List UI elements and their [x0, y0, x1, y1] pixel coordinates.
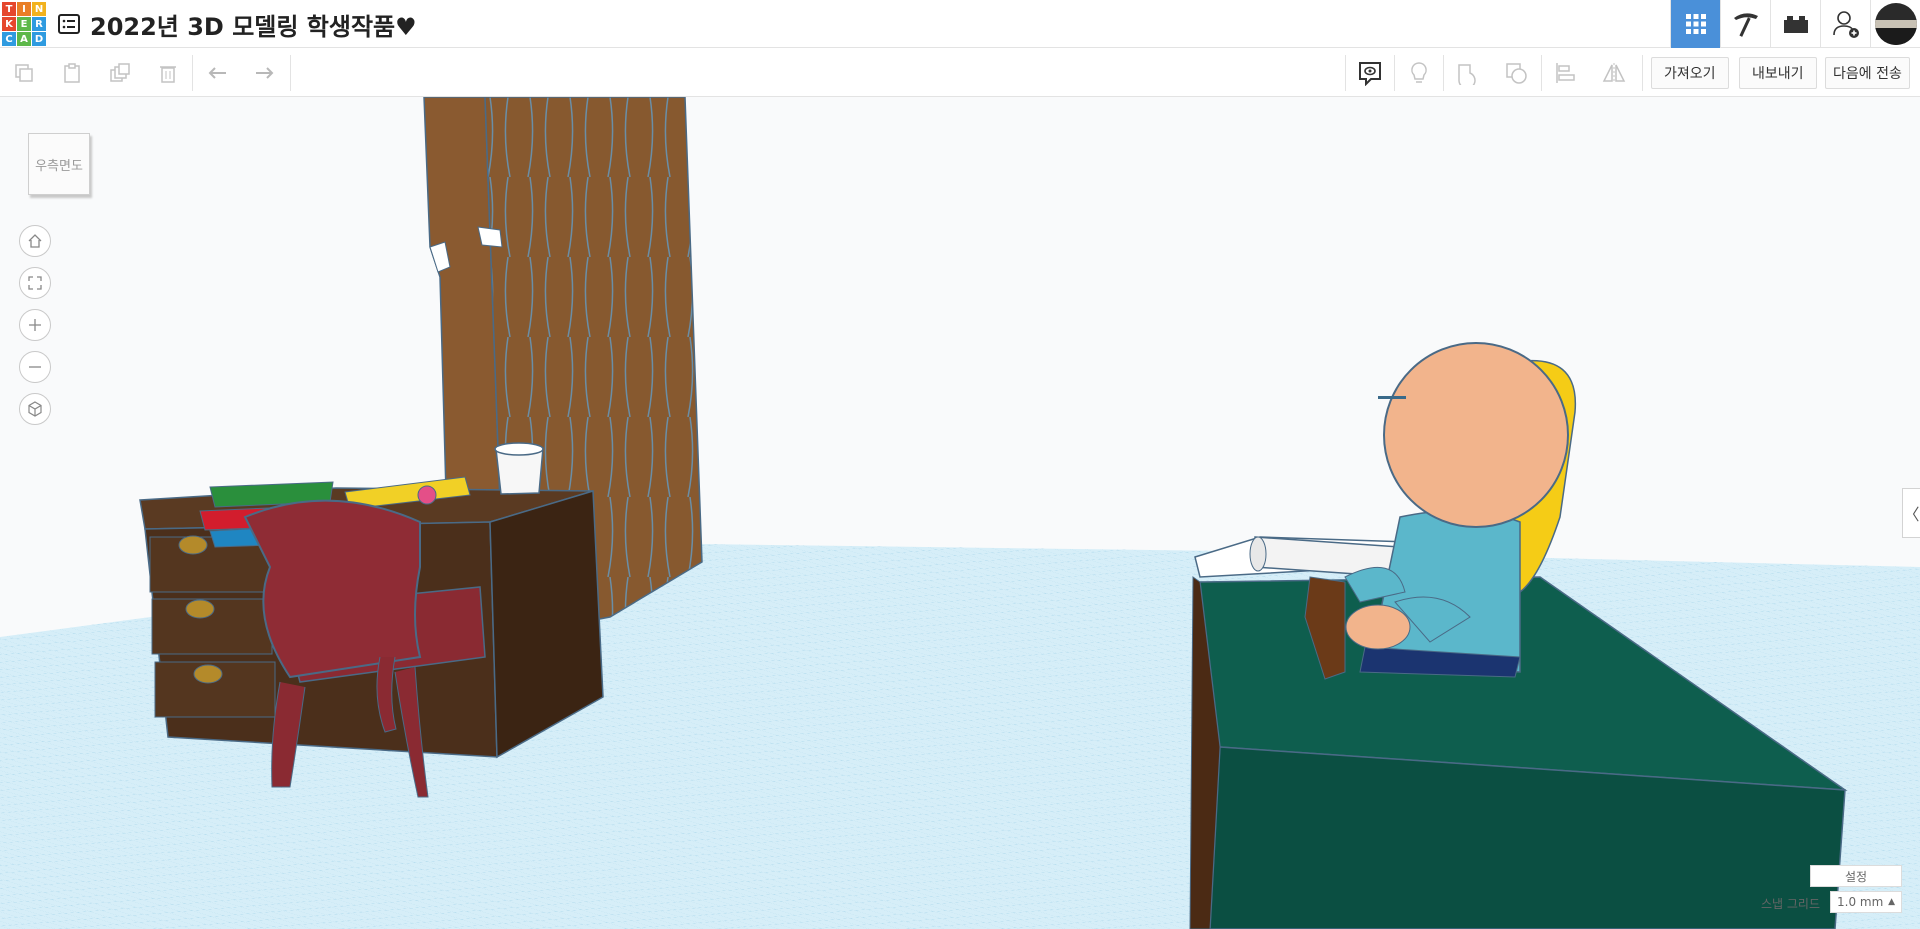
snap-grid-label: 스냅 그리드 [1760, 897, 1820, 911]
light-bulb-icon[interactable] [1395, 49, 1443, 97]
avatar[interactable] [1870, 0, 1920, 48]
logo-letter: I [17, 2, 31, 16]
notes-icon[interactable] [1346, 49, 1394, 97]
tinkercad-logo[interactable]: TIN KER CAD [2, 2, 46, 46]
pickaxe-icon[interactable] [1720, 0, 1770, 48]
import-button[interactable]: 가져오기 [1651, 57, 1729, 89]
snap-grid-select[interactable]: 1.0 mm ▲ [1830, 891, 1902, 913]
zoom-out-icon[interactable] [19, 351, 51, 383]
paste-icon[interactable] [48, 49, 96, 97]
settings-button[interactable]: 설정 [1810, 865, 1902, 887]
mirror-icon[interactable] [1590, 49, 1638, 97]
hole-icon[interactable] [1492, 49, 1540, 97]
copy-icon[interactable] [0, 49, 48, 97]
panel-collapse-toggle[interactable]: 〈 [1902, 488, 1920, 538]
logo-letter: E [17, 17, 31, 31]
undo-icon[interactable] [194, 49, 242, 97]
export-button[interactable]: 내보내기 [1739, 57, 1817, 89]
view-cube[interactable]: 우측면도 [28, 133, 90, 195]
logo-letter: R [32, 17, 46, 31]
3d-scene[interactable] [0, 97, 1920, 929]
align-icon[interactable] [1542, 49, 1590, 97]
edit-toolbar: 가져오기 내보내기 다음에 전송 [0, 49, 1920, 97]
grid-icon[interactable] [1670, 0, 1720, 48]
cup [494, 442, 544, 495]
add-user-icon[interactable] [1820, 0, 1870, 48]
delete-icon[interactable] [144, 49, 192, 97]
brick-icon[interactable] [1770, 0, 1820, 48]
design-title[interactable]: 2022년 3D 모델링 학생작품♥ [90, 7, 417, 42]
logo-letter: C [2, 32, 16, 46]
workplane-viewport[interactable]: 우측면도 〈 설정 스냅 그리드 1.0 mm ▲ [0, 97, 1920, 929]
snap-grid-value: 1.0 mm [1837, 895, 1884, 909]
view-tabs [1670, 0, 1920, 48]
logo-letter: D [32, 32, 46, 46]
duplicate-icon[interactable] [96, 49, 144, 97]
logo-letter: T [2, 2, 16, 16]
logo-letter: N [32, 2, 46, 16]
home-icon[interactable] [19, 225, 51, 257]
logo-letter: K [2, 17, 16, 31]
caret-up-icon: ▲ [1888, 897, 1895, 907]
logo-letter: A [17, 32, 31, 46]
top-bar: TIN KER CAD 2022년 3D 모델링 학생작품♥ [0, 0, 1920, 48]
shape-icon[interactable] [1444, 49, 1492, 97]
fit-icon[interactable] [19, 267, 51, 299]
send-to-button[interactable]: 다음에 전송 [1825, 57, 1910, 89]
title-area: 2022년 3D 모델링 학생작품♥ [58, 7, 417, 42]
zoom-in-icon[interactable] [19, 309, 51, 341]
perspective-icon[interactable] [19, 393, 51, 425]
list-icon[interactable] [58, 13, 80, 35]
redo-icon[interactable] [240, 49, 288, 97]
